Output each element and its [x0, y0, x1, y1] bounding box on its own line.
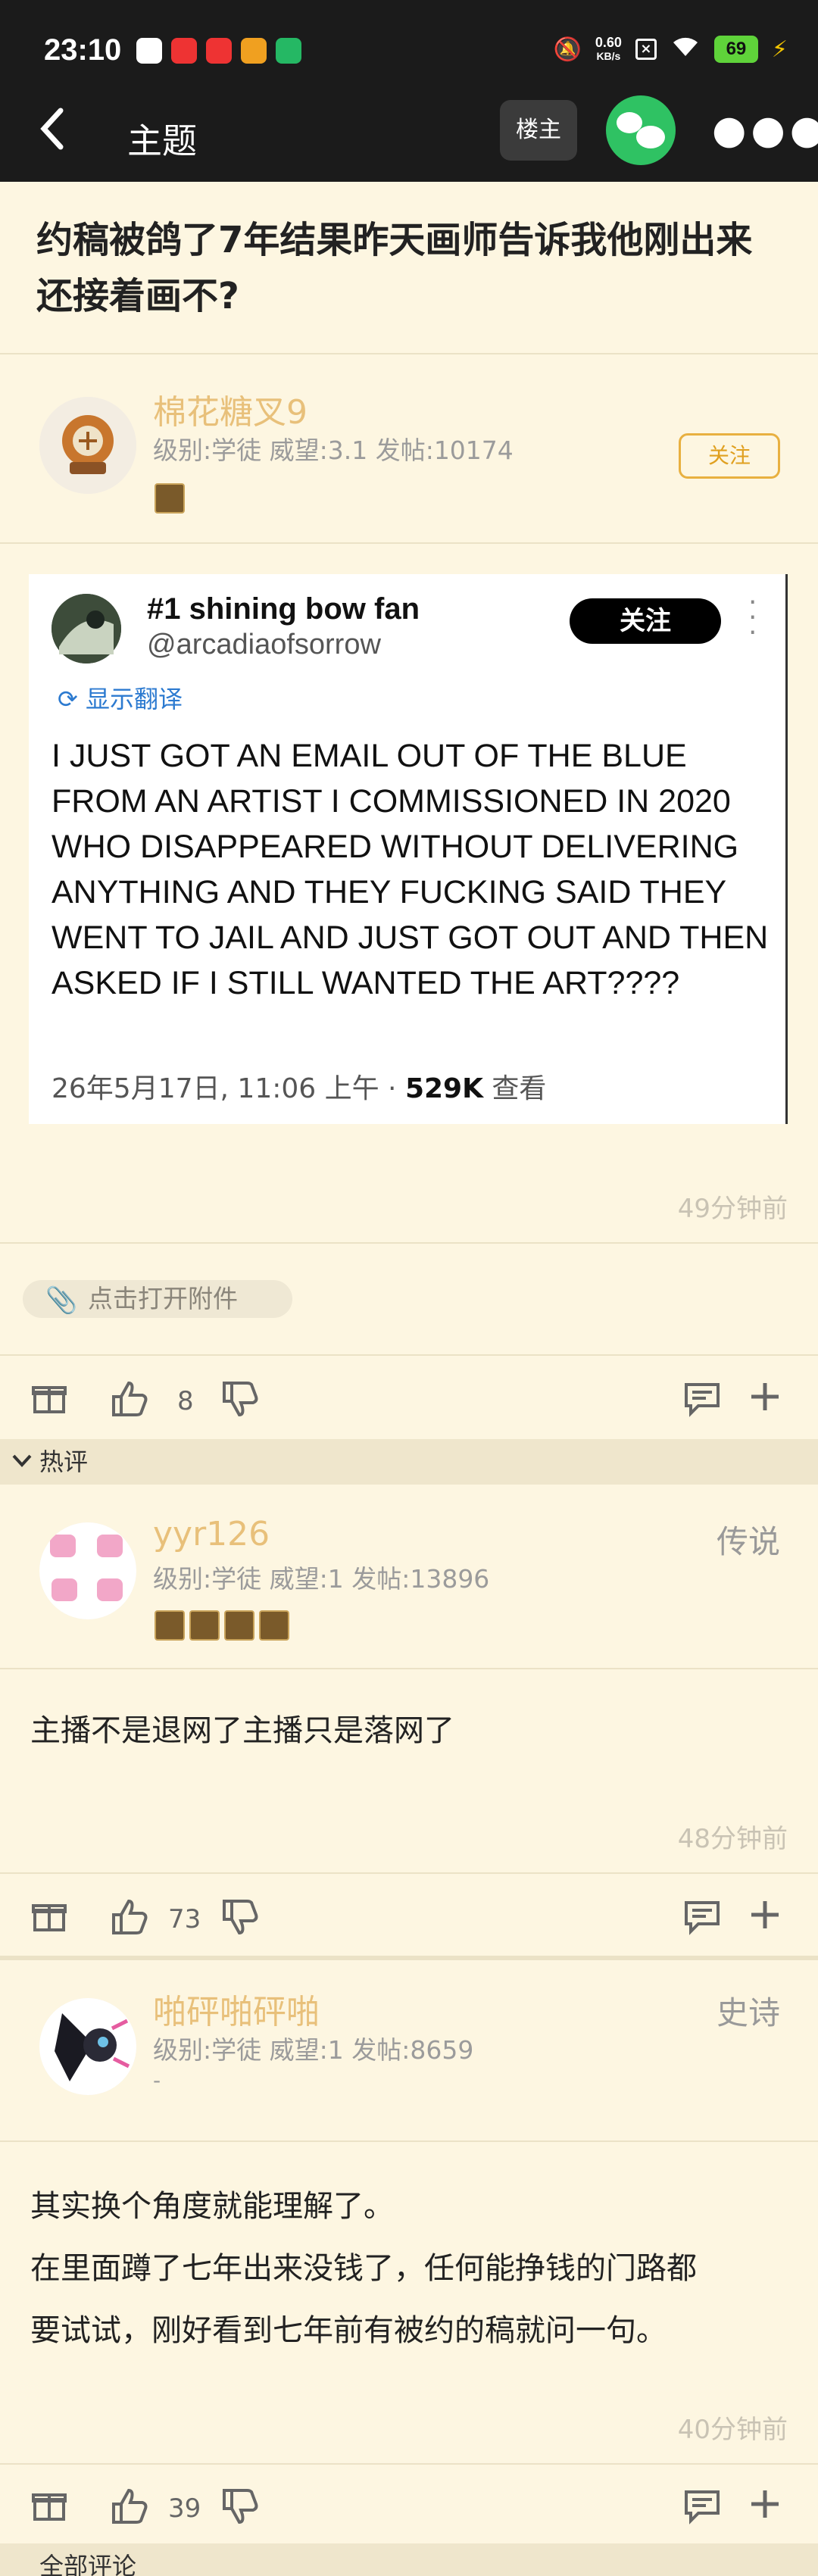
user-badge-icon	[189, 1610, 220, 1641]
user-badge-icon	[224, 1610, 254, 1641]
commenter-name[interactable]: 啪砰啪砰啪	[153, 1984, 320, 2033]
user-badge-icon	[155, 1610, 185, 1641]
thumbs-up-icon[interactable]	[111, 1898, 148, 1945]
comment-icon[interactable]	[683, 1898, 721, 1945]
gift-icon[interactable]	[32, 1898, 67, 1942]
user-badge-icon	[155, 483, 185, 514]
translate-icon: ⟳	[58, 685, 78, 713]
tweet-handle: @arcadiaofsorrow	[147, 629, 381, 660]
chevron-down-icon	[11, 1438, 33, 1499]
tweet-image[interactable]: #1 shining bow fan @arcadiaofsorrow 关注 ·…	[29, 574, 788, 1124]
top-bar: 23:10 🔕 0.60 KB/s × 69 ⚡ 主题 楼主 ●●●	[0, 0, 818, 182]
plus-icon[interactable]	[748, 2487, 782, 2530]
divider	[0, 1956, 818, 1960]
commenter-signature: -	[153, 2068, 161, 2093]
notification-icons	[136, 38, 301, 64]
app-notification-icon	[171, 38, 197, 64]
tweet-follow-button: 关注	[570, 598, 721, 644]
author-name[interactable]: 棉花糖叉9	[153, 385, 308, 433]
author-stats: 级别:学徒 威望:3.1 发帖:10174	[153, 436, 514, 465]
tweet-translate: ⟳ 显示翻译	[58, 685, 183, 713]
back-arrow-icon[interactable]	[38, 106, 68, 162]
tweet-body: I JUST GOT AN EMAIL OUT OF THE BLUE FROM…	[52, 738, 769, 1001]
post-time: 49分钟前	[677, 1194, 788, 1224]
comment-rank: 传说	[716, 1523, 780, 1560]
divider	[0, 542, 818, 544]
thumbs-up-icon[interactable]	[111, 1380, 148, 1427]
gift-icon[interactable]	[32, 1380, 67, 1424]
commenter-stats: 级别:学徒 威望:1 发帖:8659	[153, 2035, 474, 2065]
post-actions: 8	[0, 1372, 818, 1425]
all-comments-header[interactable]: 全部评论	[0, 2543, 818, 2576]
divider	[0, 1668, 818, 1669]
comment-icon[interactable]	[683, 1380, 721, 1427]
commenter-stats: 级别:学徒 威望:1 发帖:13896	[153, 1564, 490, 1594]
net-speed: 0.60 KB/s	[595, 35, 622, 62]
thumbs-up-icon[interactable]	[111, 2487, 148, 2534]
sim-off-icon: ×	[635, 39, 657, 60]
thumbs-down-icon[interactable]	[221, 2487, 259, 2534]
divider	[0, 2463, 818, 2465]
wechat-share-icon[interactable]	[606, 95, 676, 165]
nav-title: 主题	[127, 120, 197, 161]
tweet-meta: 26年5月17日, 11:06 上午 · 529K 查看	[52, 1073, 547, 1104]
thumbs-down-icon[interactable]	[221, 1898, 259, 1945]
divider	[0, 353, 818, 354]
like-count: 8	[177, 1386, 194, 1416]
more-options-icon[interactable]: ●●●	[712, 108, 818, 153]
comment-text: 主播不是退网了主播只是落网了	[30, 1713, 454, 1748]
commenter-avatar[interactable]	[39, 1522, 136, 1619]
weibo-icon	[241, 38, 267, 64]
tweet-more-icon: · · ·	[748, 587, 757, 648]
charging-icon: ⚡	[771, 36, 788, 63]
like-count: 39	[168, 2493, 201, 2524]
commenter-avatar[interactable]	[39, 1998, 136, 2095]
status-right: 🔕 0.60 KB/s × 69 ⚡	[554, 35, 788, 64]
status-bar: 23:10 🔕 0.60 KB/s × 69 ⚡	[0, 0, 818, 106]
like-count: 73	[168, 1904, 201, 1934]
commenter-name[interactable]: yyr126	[153, 1515, 270, 1553]
open-attachment-button[interactable]: 📎 点击打开附件	[23, 1280, 292, 1318]
tweet-avatar	[52, 594, 121, 664]
battery-indicator: 69	[713, 36, 758, 63]
app-notification-icon	[276, 38, 301, 64]
thumbs-down-icon[interactable]	[221, 1380, 259, 1427]
status-time: 23:10	[44, 33, 122, 67]
author-avatar[interactable]	[39, 397, 136, 494]
comment-rank: 史诗	[716, 1994, 780, 2031]
gift-icon[interactable]	[32, 2487, 67, 2531]
divider	[0, 1354, 818, 1356]
app-notification-icon	[206, 38, 232, 64]
comment-time: 40分钟前	[677, 2415, 788, 2445]
comment-actions: 73	[0, 1891, 818, 1944]
follow-button[interactable]: 关注	[679, 433, 780, 479]
comment-actions: 39	[0, 2480, 818, 2533]
mute-icon: 🔕	[553, 36, 582, 63]
comment-icon[interactable]	[683, 2487, 721, 2534]
only-op-button[interactable]: 楼主	[500, 100, 577, 161]
post-title: 约稿被鸽了7年结果昨天画师告诉我他刚出来还接着画不?	[36, 219, 753, 317]
divider	[0, 1872, 818, 1874]
paperclip-icon: 📎	[45, 1285, 78, 1316]
divider	[0, 2140, 818, 2142]
hot-comments-header[interactable]: 热评	[0, 1439, 818, 1485]
app-notification-icon	[136, 38, 162, 64]
plus-icon[interactable]	[748, 1380, 782, 1422]
plus-icon[interactable]	[748, 1898, 782, 1941]
comment-text: 其实换个角度就能理解了。 在里面蹲了七年出来没钱了，任何能挣钱的门路都 要试试，…	[30, 2189, 697, 2348]
comment-time: 48分钟前	[677, 1824, 788, 1854]
tweet-author-name: #1 shining bow fan	[147, 592, 420, 626]
wifi-icon	[670, 35, 701, 64]
divider	[0, 1242, 818, 1244]
nav-bar: 主题 楼主 ●●●	[0, 91, 818, 182]
user-badge-icon	[259, 1610, 289, 1641]
